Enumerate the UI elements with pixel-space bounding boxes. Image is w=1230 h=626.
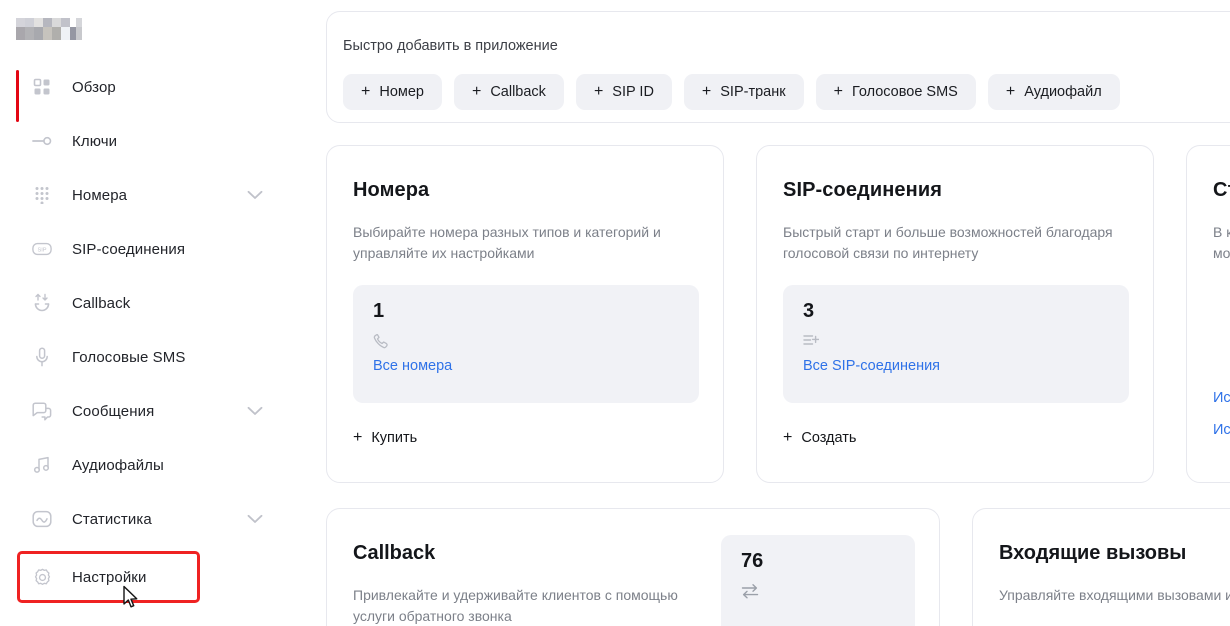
dashboard-page: Обзор Ключи Номера SIP SIP-соединения Ca… [0,0,1230,626]
quick-add-audiofile-button[interactable]: + Аудиофайл [987,74,1120,110]
card-numbers: Номера Выбирайте номера разных типов и к… [326,145,724,483]
callback-icon [32,293,52,313]
card-title: SIP-соединения [783,179,942,201]
card-incoming-calls: Входящие вызовы Управляйте входящими выз… [972,508,1230,626]
quick-add-voicesms-button[interactable]: + Голосовое SMS [815,74,976,110]
chart-icon [32,509,52,529]
quick-add-button-label: Callback [490,84,546,100]
message-history-link[interactable]: История сообщений [1213,422,1230,438]
quick-add-title: Быстро добавить в приложение [343,38,558,54]
quick-add-button-label: Номер [379,84,424,100]
quick-add-siptrunk-button[interactable]: + SIP-транк [683,74,804,110]
phone-icon [373,333,389,349]
list-add-icon [803,333,819,347]
sip-stat-box: 3 Все SIP-соединения [783,285,1129,403]
sidebar-item-label: Ключи [72,132,118,150]
sidebar-item-label: Настройки [72,568,147,586]
sidebar-item-statistics[interactable]: Статистика [0,500,310,538]
sidebar-item-label: Аудиофайлы [72,456,164,474]
plus-icon: + [783,429,793,446]
sidebar-item-label: Callback [72,294,131,312]
dialpad-icon [32,185,52,205]
gear-icon [32,567,52,587]
sip-icon: SIP [32,239,52,259]
quick-add-buttons: + Номер + Callback + SIP ID + SIP-транк … [343,74,1120,110]
quick-add-number-button[interactable]: + Номер [343,74,442,110]
sidebar-item-messages[interactable]: Сообщения [0,392,310,430]
quick-add-button-label: Голосовое SMS [851,84,958,100]
brand-logo[interactable] [16,18,82,40]
quick-add-panel: Быстро добавить в приложение + Номер + C… [326,11,1230,123]
callback-count: 76 [741,550,764,572]
card-title: Callback [353,542,436,564]
sidebar-item-label: Сообщения [72,402,155,420]
card-sip-connections: SIP-соединения Быстрый старт и больше во… [756,145,1154,483]
create-sip-button[interactable]: + Создать [783,429,857,447]
plus-icon: + [471,83,482,100]
sidebar-item-label: Голосовые SMS [72,348,186,366]
card-statistics: Статистика В кабинете доступны детальные… [1186,145,1230,483]
call-history-link[interactable]: История вызовов [1213,390,1230,406]
sip-count: 3 [803,300,815,322]
sidebar-item-sip[interactable]: SIP SIP-соединения [0,230,310,268]
card-title: Входящие вызовы [999,542,1187,564]
quick-add-callback-button[interactable]: + Callback [453,74,564,110]
plus-icon: + [701,83,712,100]
plus-icon: + [361,83,371,100]
chevron-down-icon[interactable] [247,514,263,524]
music-note-icon [32,455,52,475]
sidebar-item-overview[interactable]: Обзор [0,68,310,122]
buy-number-button[interactable]: + Купить [353,429,418,447]
svg-text:SIP: SIP [37,247,46,253]
plus-icon: + [593,83,604,100]
sidebar-item-callback[interactable]: Callback [0,284,310,322]
chevron-down-icon[interactable] [247,406,263,416]
quick-add-button-label: Аудиофайл [1024,84,1102,100]
sidebar-item-label: SIP-соединения [72,240,186,258]
main-content: Быстро добавить в приложение + Номер + C… [310,0,1230,626]
sidebar-item-settings[interactable]: Настройки [17,551,200,603]
buy-number-label: Купить [371,430,418,446]
key-icon [32,131,52,151]
sidebar-item-keys[interactable]: Ключи [0,122,310,160]
card-description: В кабинете доступны детальные отчёты, чт… [1213,224,1230,261]
card-title: Номера [353,179,430,201]
card-description: Быстрый старт и больше возможностей благ… [783,224,1113,261]
all-sip-link[interactable]: Все SIP-соединения [803,358,940,374]
all-numbers-link[interactable]: Все номера [373,358,452,374]
plus-icon: + [833,83,843,100]
card-description: Привлекайте и удерживайте клиентов с пом… [353,587,678,624]
exchange-arrows-icon [741,583,759,599]
sidebar-item-audiofiles[interactable]: Аудиофайлы [0,446,310,484]
sidebar-item-label: Обзор [72,78,116,96]
sidebar: Обзор Ключи Номера SIP SIP-соединения Ca… [0,0,310,626]
chevron-down-icon[interactable] [247,190,263,200]
card-description: Управляйте входящими вызовами и [999,587,1230,603]
create-sip-label: Создать [801,430,857,446]
plus-icon: + [1005,83,1016,100]
grid-icon [32,77,52,97]
statistics-links: История вызовов История сообщений [1213,390,1230,454]
numbers-stat-box: 1 Все номера [353,285,699,403]
microphone-icon [32,347,52,367]
card-callback: Callback Привлекайте и удерживайте клиен… [326,508,940,626]
callback-stat-box: 76 [721,535,915,626]
chat-icon [32,401,52,421]
quick-add-button-label: SIP ID [612,84,654,100]
card-description: Выбирайте номера разных типов и категори… [353,224,661,261]
sidebar-item-numbers[interactable]: Номера [0,176,310,214]
sidebar-nav: Обзор Ключи Номера SIP SIP-соединения Ca… [0,68,310,616]
sidebar-item-label: Номера [72,186,128,204]
sidebar-item-voice-sms[interactable]: Голосовые SMS [0,338,310,376]
quick-add-button-label: SIP-транк [720,84,786,100]
plus-icon: + [353,429,363,446]
sidebar-item-label: Статистика [72,510,152,528]
numbers-count: 1 [373,300,385,322]
quick-add-sipid-button[interactable]: + SIP ID [575,74,672,110]
card-title: Статистика [1213,179,1230,201]
